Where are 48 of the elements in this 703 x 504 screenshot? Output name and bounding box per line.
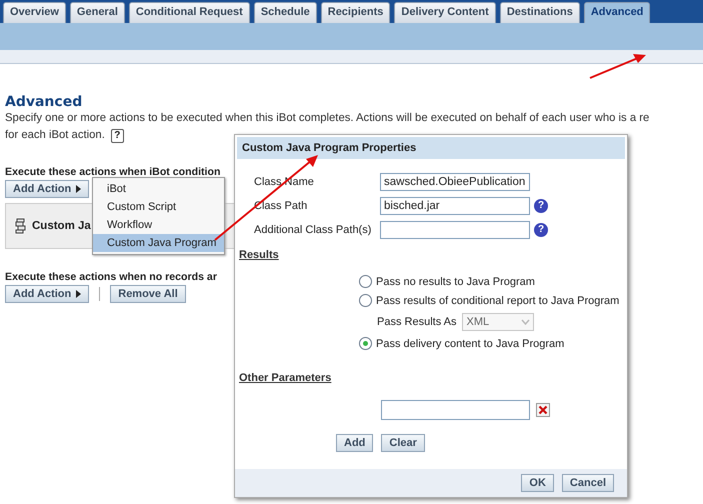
tab[interactable]: Schedule — [254, 2, 317, 23]
tab[interactable]: Advanced — [584, 2, 650, 23]
section-heading: Results — [238, 249, 280, 261]
menu-item[interactable]: Custom Script — [93, 198, 224, 216]
radio-icon[interactable] — [359, 275, 372, 288]
description-text: for each iBot action. — [5, 128, 105, 143]
input-field[interactable]: sawsched.ObieePublication — [380, 173, 530, 191]
section-label: Execute these actions when no records ar — [5, 271, 217, 283]
script-icon — [14, 218, 26, 234]
delete-icon[interactable] — [536, 403, 550, 417]
radio-option[interactable]: Pass delivery content to Java Program — [359, 337, 627, 350]
description-text: Specify one or more actions to be executed when this iBot completes. Actions will be executed on behalf of each user who is a re — [5, 111, 650, 126]
clear-button[interactable]: Clear — [381, 434, 425, 452]
input-field[interactable] — [381, 400, 530, 420]
help-icon[interactable]: ? — [534, 199, 548, 213]
menu-item[interactable]: Custom Java Program — [93, 234, 224, 252]
tab[interactable]: Delivery Content — [394, 2, 496, 23]
menu-item[interactable]: iBot — [93, 180, 224, 198]
radio-option[interactable]: Pass no results to Java Program — [359, 275, 627, 288]
menu-item[interactable]: Workflow — [93, 216, 224, 234]
tab[interactable]: Conditional Request — [128, 2, 250, 23]
help-icon[interactable]: ? — [534, 223, 548, 237]
section-heading: Other Parameters — [238, 372, 332, 384]
caret-icon — [76, 290, 82, 298]
add-action-button[interactable]: Add Action — [5, 285, 90, 303]
tab[interactable]: Recipients — [320, 2, 390, 23]
field-label: Pass Results As — [377, 316, 456, 328]
tab[interactable]: Destinations — [500, 2, 580, 23]
remove-all-button[interactable]: Remove All — [110, 285, 186, 303]
arrow — [590, 54, 646, 79]
help-icon[interactable]: ? — [110, 128, 124, 142]
page-title: Advanced — [5, 94, 84, 110]
cancel-button[interactable]: Cancel — [562, 474, 614, 492]
section-label: Execute these actions when iBot condition — [5, 166, 220, 178]
dialog-title: Custom Java Program Properties — [237, 137, 625, 159]
action-name: Custom Ja — [32, 220, 91, 232]
input-field[interactable] — [380, 221, 530, 239]
add-button[interactable]: Add — [336, 434, 374, 452]
add-action-button[interactable]: Add Action — [5, 180, 90, 198]
ok-button[interactable]: OK — [521, 474, 554, 492]
tab[interactable]: General — [70, 2, 125, 23]
caret-icon — [76, 185, 82, 193]
radio-icon[interactable] — [359, 294, 372, 307]
input-field[interactable]: bisched.jar — [380, 197, 530, 215]
tab[interactable]: Overview — [3, 2, 66, 23]
radio-icon[interactable] — [359, 337, 372, 350]
radio-option[interactable]: Pass results of conditional report to Java Program — [359, 294, 627, 307]
field-label: Additional Class Path(s) — [254, 224, 372, 236]
